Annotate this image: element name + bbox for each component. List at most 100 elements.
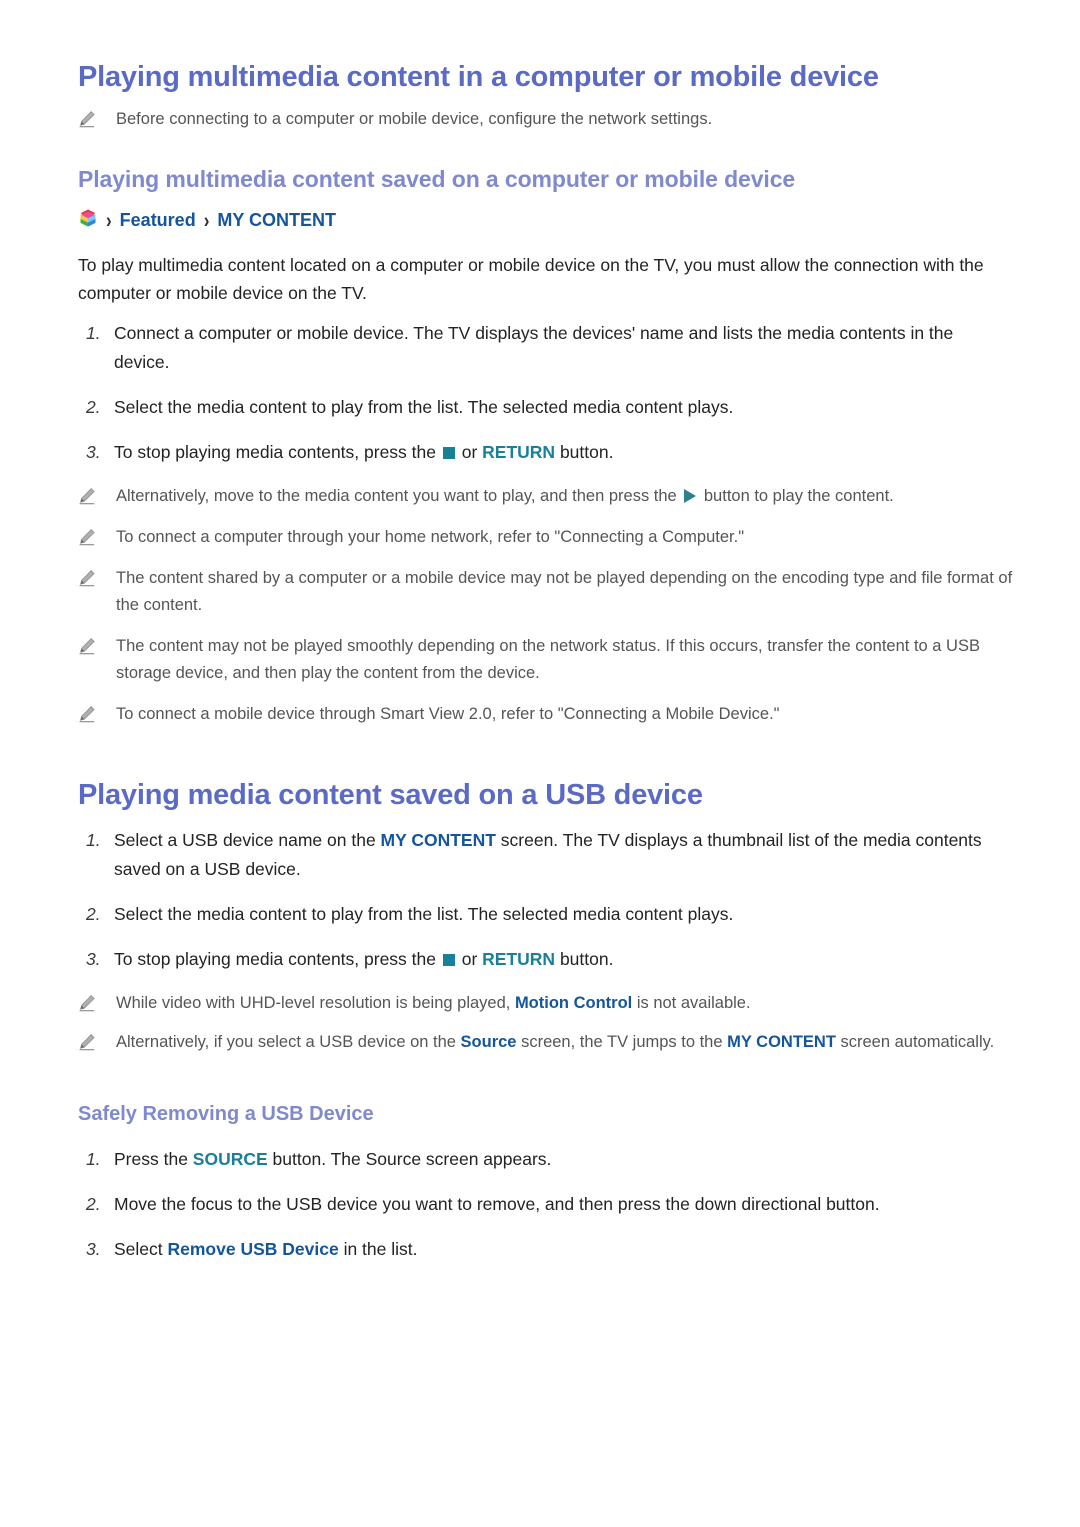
pencil-note-icon	[78, 701, 116, 723]
text-run: To stop playing media contents, press th…	[114, 949, 441, 969]
text-run: Connect a computer or mobile device. The…	[114, 323, 954, 372]
menu-item-label: Source	[460, 1033, 517, 1051]
text-run: To connect a mobile device through Smart…	[116, 705, 780, 723]
note-item: To connect a computer through your home …	[78, 524, 1018, 551]
text-run: Alternatively, move to the media content…	[116, 487, 682, 505]
note-text: While video with UHD-level resolution is…	[116, 990, 1016, 1017]
stop-icon	[442, 447, 455, 459]
text-run: or	[456, 442, 483, 462]
note-text: Before connecting to a computer or mobil…	[116, 110, 713, 128]
note-item: The content shared by a computer or a mo…	[78, 565, 1018, 619]
menu-item-label: Motion Control	[514, 994, 633, 1012]
step-number: 1.	[86, 830, 101, 850]
pencil-note-icon	[78, 1029, 116, 1051]
step-number: 2.	[86, 397, 101, 417]
stop-icon	[442, 954, 455, 966]
play-icon	[684, 489, 697, 503]
text-run: Select the media content to play from th…	[114, 904, 734, 924]
step-text: Select the media content to play from th…	[114, 393, 1004, 422]
step-item: 2. Select the media content to play from …	[78, 393, 1018, 422]
text-run: screen automatically.	[835, 1033, 995, 1051]
text-run: The content may not be played smoothly d…	[116, 637, 980, 682]
note-text: Alternatively, move to the media content…	[116, 483, 1016, 510]
note-item: Alternatively, move to the media content…	[78, 483, 1018, 510]
step-item: 3. To stop playing media contents, press …	[78, 438, 1018, 467]
step-number: 3.	[86, 442, 101, 462]
step-item: 2. Move the focus to the USB device you w…	[78, 1190, 1018, 1219]
steps-removing-list: 1. Press the SOURCE button. The Source sc…	[78, 1145, 1018, 1264]
step-text: Move the focus to the USB device you wan…	[114, 1190, 1004, 1219]
text-run: in the list.	[338, 1239, 418, 1259]
step-text: Select the media content to play from th…	[114, 900, 1004, 929]
note-text: Alternatively, if you select a USB devic…	[116, 1029, 1016, 1056]
pencil-note-icon	[78, 483, 116, 505]
text-run: To connect a computer through your home …	[116, 528, 745, 546]
note-text: The content shared by a computer or a mo…	[116, 565, 1016, 619]
step-number: 3.	[86, 1239, 101, 1259]
note-text: To connect a computer through your home …	[116, 524, 1016, 551]
breadcrumb-separator-icon: ›	[106, 208, 112, 232]
note-text: The content may not be played smoothly d…	[116, 633, 1016, 687]
note-item: Before connecting to a computer or mobil…	[78, 106, 1018, 133]
note-item: The content may not be played smoothly d…	[78, 633, 1018, 687]
menu-item-label: MY CONTENT	[380, 830, 496, 850]
step-text: To stop playing media contents, press th…	[114, 438, 1004, 467]
breadcrumb-item-featured[interactable]: Featured	[120, 210, 196, 231]
steps-computer-list: 1. Connect a computer or mobile device. T…	[78, 319, 1018, 467]
text-run: screen, the TV jumps to the	[516, 1033, 728, 1051]
steps-usb-list: 1. Select a USB device name on the MY CON…	[78, 826, 1018, 974]
pencil-note-icon	[78, 633, 116, 655]
text-run: While video with UHD-level resolution is…	[116, 994, 515, 1012]
section-heading-safely-removing: Safely Removing a USB Device	[78, 1103, 374, 1125]
smart-hub-cube-icon	[78, 209, 98, 231]
text-run: Move the focus to the USB device you wan…	[114, 1194, 880, 1214]
step-number: 1.	[86, 1149, 101, 1169]
text-run: or	[456, 949, 483, 969]
step-text: Select Remove USB Device in the list.	[114, 1235, 1004, 1264]
step-number: 1.	[86, 323, 101, 343]
text-run: button.	[555, 949, 614, 969]
note-item: While video with UHD-level resolution is…	[78, 990, 1018, 1017]
text-run: button. The Source screen appears.	[267, 1149, 552, 1169]
pencil-note-icon	[78, 106, 116, 128]
note-item: To connect a mobile device through Smart…	[78, 701, 1018, 728]
section-heading-saved-on-computer: Playing multimedia content saved on a co…	[78, 166, 796, 192]
step-item: 1. Connect a computer or mobile device. T…	[78, 319, 1018, 377]
remote-key-label: RETURN	[482, 949, 556, 969]
notes-usb-list: While video with UHD-level resolution is…	[78, 990, 1018, 1056]
page-title: Playing multimedia content in a computer…	[78, 61, 879, 93]
step-item: 1. Select a USB device name on the MY CON…	[78, 826, 1018, 884]
step-item: 3. To stop playing media contents, press …	[78, 945, 1018, 974]
text-run: is not available.	[632, 994, 751, 1012]
intro-paragraph: To play multimedia content located on a …	[78, 255, 984, 303]
breadcrumb-item-my-content[interactable]: MY CONTENT	[217, 210, 336, 231]
step-number: 2.	[86, 904, 101, 924]
step-text: To stop playing media contents, press th…	[114, 945, 1004, 974]
menu-item-label: Remove USB Device	[167, 1239, 339, 1259]
text-run: button.	[555, 442, 614, 462]
text-run: Alternatively, if you select a USB devic…	[116, 1033, 461, 1051]
step-item: 3. Select Remove USB Device in the list.	[78, 1235, 1018, 1264]
step-text: Press the SOURCE button. The Source scre…	[114, 1145, 1004, 1174]
text-run: Select	[114, 1239, 168, 1259]
pencil-note-icon	[78, 990, 116, 1012]
section-heading-usb-device: Playing media content saved on a USB dev…	[78, 779, 703, 811]
document-page: Playing multimedia content in a computer…	[0, 0, 1080, 1527]
note-item: Alternatively, if you select a USB devic…	[78, 1029, 1018, 1056]
step-text: Connect a computer or mobile device. The…	[114, 319, 1004, 377]
text-run: Press the	[114, 1149, 193, 1169]
remote-key-label: RETURN	[482, 442, 556, 462]
step-number: 2.	[86, 1194, 101, 1214]
step-item: 1. Press the SOURCE button. The Source sc…	[78, 1145, 1018, 1174]
remote-key-label: SOURCE	[192, 1149, 268, 1169]
text-run: To stop playing media contents, press th…	[114, 442, 441, 462]
text-run: Select the media content to play from th…	[114, 397, 734, 417]
breadcrumb-separator-icon-2: ›	[203, 208, 210, 232]
step-text: Select a USB device name on the MY CONTE…	[114, 826, 1004, 884]
pencil-note-icon	[78, 524, 116, 546]
text-run: button to play the content.	[699, 487, 894, 505]
text-run: The content shared by a computer or a mo…	[116, 569, 1013, 614]
note-text: To connect a mobile device through Smart…	[116, 701, 1016, 728]
breadcrumb: › Featured › MY CONTENT	[78, 209, 1018, 231]
step-item: 2. Select the media content to play from …	[78, 900, 1018, 929]
